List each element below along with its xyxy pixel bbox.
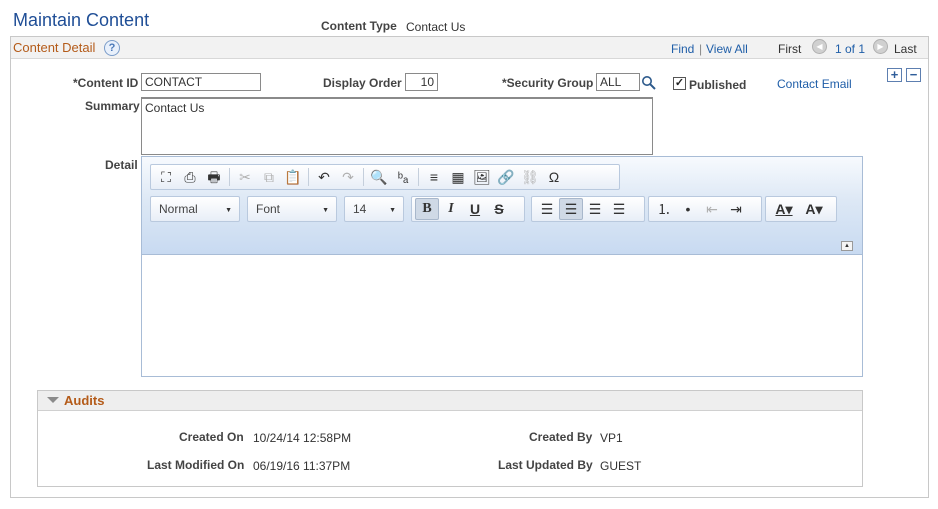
last-label: Last: [894, 42, 917, 56]
alignment-group: ☰ ☰ ☰ ☰: [531, 196, 645, 222]
security-group-input[interactable]: ALL: [596, 73, 640, 91]
content-id-label: *Content ID: [73, 76, 139, 90]
link-icon[interactable]: 🔗: [494, 166, 518, 188]
bold-icon[interactable]: B: [415, 198, 439, 220]
toolbar-separator: [308, 168, 309, 186]
preview-icon[interactable]: ⎙: [178, 166, 202, 188]
find-icon[interactable]: 🔍: [367, 166, 391, 188]
horizontal-rule-icon[interactable]: ≡: [422, 166, 446, 188]
page-title: Maintain Content: [13, 10, 150, 30]
first-label: First: [778, 42, 802, 56]
align-left-icon[interactable]: ☰: [535, 198, 559, 220]
display-order-label: Display Order: [323, 76, 402, 90]
justify-icon[interactable]: ☰: [607, 198, 631, 220]
strikethrough-icon[interactable]: S: [487, 198, 511, 220]
collapse-toolbar-icon[interactable]: ▲: [841, 241, 853, 251]
underline-icon[interactable]: U: [463, 198, 487, 220]
table-icon[interactable]: ▦: [446, 166, 470, 188]
contact-email-link[interactable]: Contact Email: [777, 77, 852, 91]
font-size-dropdown[interactable]: 14 ▼: [344, 196, 404, 222]
audits-header[interactable]: [38, 391, 862, 411]
add-row-button[interactable]: +: [887, 68, 902, 82]
format-dropdown-value: Normal: [159, 202, 198, 216]
toolbar-separator: [363, 168, 364, 186]
created-by-label: Created By: [529, 430, 593, 444]
audits-title: Audits: [64, 393, 105, 408]
display-order-input[interactable]: 10: [405, 73, 438, 91]
created-by-value: VP1: [600, 431, 623, 445]
special-char-icon[interactable]: Ω: [542, 166, 566, 188]
last-updated-by-label: Last Updated By: [498, 458, 593, 472]
redo-icon[interactable]: ↷: [336, 166, 360, 188]
previous-arrow-icon[interactable]: ◀: [812, 39, 827, 54]
bg-color-icon[interactable]: A▾: [799, 198, 829, 220]
outdent-icon[interactable]: ⇤: [700, 198, 724, 220]
color-group: A▾ A▾: [765, 196, 837, 222]
text-style-group: B I U S: [411, 196, 525, 222]
find-link[interactable]: Find: [671, 42, 694, 56]
chevron-down-icon: ▼: [225, 207, 232, 214]
last-updated-by-value: GUEST: [600, 459, 642, 473]
cut-icon[interactable]: ✂: [233, 166, 257, 188]
indent-icon[interactable]: ⇥: [724, 198, 748, 220]
paste-icon[interactable]: 📋: [281, 166, 305, 188]
security-group-label: *Security Group: [502, 76, 594, 90]
image-icon[interactable]: 🖼: [470, 166, 494, 188]
align-right-icon[interactable]: ☰: [583, 198, 607, 220]
font-dropdown[interactable]: Font ▼: [247, 196, 337, 222]
list-group: ⒈ • ⇤ ⇥: [648, 196, 762, 222]
italic-icon[interactable]: I: [439, 198, 463, 220]
row-counter: 1 of 1: [835, 42, 866, 56]
published-checkbox[interactable]: ✓: [673, 77, 686, 90]
collapse-triangle-icon[interactable]: [46, 393, 60, 407]
nav-separator: |: [699, 42, 703, 56]
next-arrow-icon[interactable]: ▶: [873, 39, 888, 54]
summary-textarea[interactable]: Contact Us: [141, 97, 653, 155]
print-icon[interactable]: 🖶: [202, 166, 226, 188]
chevron-down-icon: ▼: [322, 207, 329, 214]
content-type-value: Contact Us: [406, 20, 466, 34]
align-center-icon[interactable]: ☰: [559, 198, 583, 220]
content-type-label: Content Type: [321, 19, 397, 33]
numbered-list-icon[interactable]: ⒈: [652, 198, 676, 220]
detail-label: Detail: [105, 158, 138, 172]
bulleted-list-icon[interactable]: •: [676, 198, 700, 220]
last-modified-on-value: 06/19/16 11:37PM: [253, 459, 351, 473]
lookup-search-icon[interactable]: [641, 75, 657, 91]
created-on-value: 10/24/14 12:58PM: [253, 431, 352, 445]
created-on-label: Created On: [179, 430, 244, 444]
delete-row-button[interactable]: −: [906, 68, 921, 82]
format-dropdown[interactable]: Normal ▼: [150, 196, 240, 222]
text-color-icon[interactable]: A▾: [769, 198, 799, 220]
content-id-input[interactable]: CONTACT: [141, 73, 261, 91]
toolbar-separator: [229, 168, 230, 186]
chevron-down-icon: ▼: [389, 207, 396, 214]
content-detail-title: Content Detail: [13, 40, 96, 55]
replace-icon[interactable]: ᵇₐ: [391, 166, 415, 188]
summary-label: Summary: [85, 99, 140, 113]
font-size-dropdown-value: 14: [353, 202, 367, 216]
maximize-icon[interactable]: ⛶: [154, 166, 178, 188]
unlink-icon[interactable]: ⛓: [518, 166, 542, 188]
published-label: Published: [689, 78, 747, 92]
help-icon[interactable]: ?: [104, 40, 120, 56]
copy-icon[interactable]: ⧉: [257, 166, 281, 188]
last-modified-on-label: Last Modified On: [147, 458, 245, 472]
editor-toolbar-row-1: ⛶ ⎙ 🖶 ✂ ⧉ 📋 ↶ ↷ 🔍 ᵇₐ ≡ ▦ 🖼 🔗 ⛓ Ω: [150, 164, 620, 190]
view-all-link[interactable]: View All: [706, 42, 748, 56]
undo-icon[interactable]: ↶: [312, 166, 336, 188]
editor-body[interactable]: [143, 257, 861, 375]
font-dropdown-value: Font: [256, 202, 281, 216]
toolbar-separator: [418, 168, 419, 186]
